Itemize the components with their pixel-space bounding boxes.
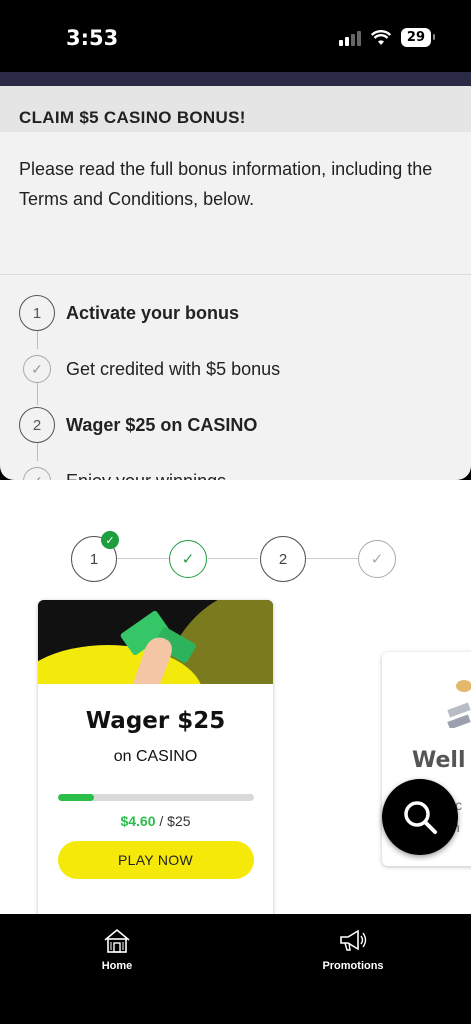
- step-label: Wager $25 on CASINO: [66, 414, 258, 435]
- wifi-icon: [370, 29, 391, 45]
- wager-amount: $4.60 / $25: [38, 813, 273, 829]
- step-number: 2: [19, 407, 55, 443]
- wager-progress-fill: [57, 794, 94, 801]
- current-amount: $4.60: [120, 813, 156, 829]
- step-label: Get credited with $5 bonus: [66, 358, 281, 379]
- cash-hand-illustration: [38, 600, 273, 684]
- search-icon: [404, 801, 437, 834]
- home-icon: [104, 928, 130, 953]
- header-band: [0, 72, 471, 86]
- tab-home[interactable]: Home: [57, 928, 177, 972]
- bonus-info-panel: CLAIM $5 CASINO BONUS! Please read the f…: [0, 86, 471, 495]
- tab-promotions-label: Promotions: [322, 960, 384, 972]
- play-now-button[interactable]: PLAY NOW: [57, 841, 254, 879]
- bonus-title: CLAIM $5 CASINO BONUS!: [0, 86, 471, 132]
- bonus-description: Please read the full bonus information, …: [19, 159, 433, 209]
- progress-step-number: 2: [278, 550, 288, 568]
- wager-progress-bar: [57, 794, 254, 801]
- progress-step-1[interactable]: 1 ✓: [71, 531, 119, 582]
- progress-check-1[interactable]: ✓: [169, 540, 207, 578]
- check-icon: ✓: [181, 551, 195, 568]
- battery-icon: 29: [400, 28, 436, 47]
- step-connector: [37, 383, 38, 405]
- tab-promotions[interactable]: Promotions: [293, 928, 413, 972]
- check-icon: ✓: [23, 355, 51, 383]
- completed-check-icon: ✓: [101, 531, 119, 549]
- card-title: Wager $25: [85, 708, 226, 734]
- step-activate: 1 Activate your bonus: [19, 295, 239, 331]
- wager-card: Wager $25 on CASINO $4.60 / $25 PLAY NOW: [38, 600, 273, 914]
- status-time: 3:53: [66, 26, 119, 50]
- card-subtitle: on CASINO: [113, 748, 198, 765]
- cellular-signal-icon: [338, 30, 361, 46]
- bottom-tab-bar: Home Promotions: [0, 914, 471, 1024]
- trophy-icon: [447, 680, 471, 728]
- progress-line: [306, 558, 358, 559]
- status-icons: 29: [338, 28, 436, 47]
- step-number: 1: [19, 295, 55, 331]
- megaphone-icon: [340, 929, 367, 951]
- progress-check-2[interactable]: ✓: [358, 540, 396, 578]
- progress-step-2[interactable]: 2: [260, 536, 306, 582]
- step-wager: 2 Wager $25 on CASINO: [19, 407, 257, 443]
- step-credited: ✓ Get credited with $5 bonus: [19, 355, 280, 383]
- target-amount: / $25: [159, 813, 191, 829]
- next-card-title: Well: [412, 748, 466, 773]
- divider: [0, 274, 471, 275]
- check-icon: ✓: [370, 551, 384, 568]
- search-button[interactable]: [382, 779, 458, 855]
- status-bar: 3:53 29: [0, 0, 471, 72]
- step-label: Activate your bonus: [66, 302, 240, 323]
- tab-home-label: Home: [101, 960, 133, 972]
- progress-tracker: 1 ✓ ✓ 2 ✓: [0, 531, 471, 582]
- card-illustration: [38, 600, 273, 684]
- progress-line: [208, 558, 258, 559]
- progress-line: [117, 558, 169, 559]
- progress-step-number: 1: [89, 550, 99, 568]
